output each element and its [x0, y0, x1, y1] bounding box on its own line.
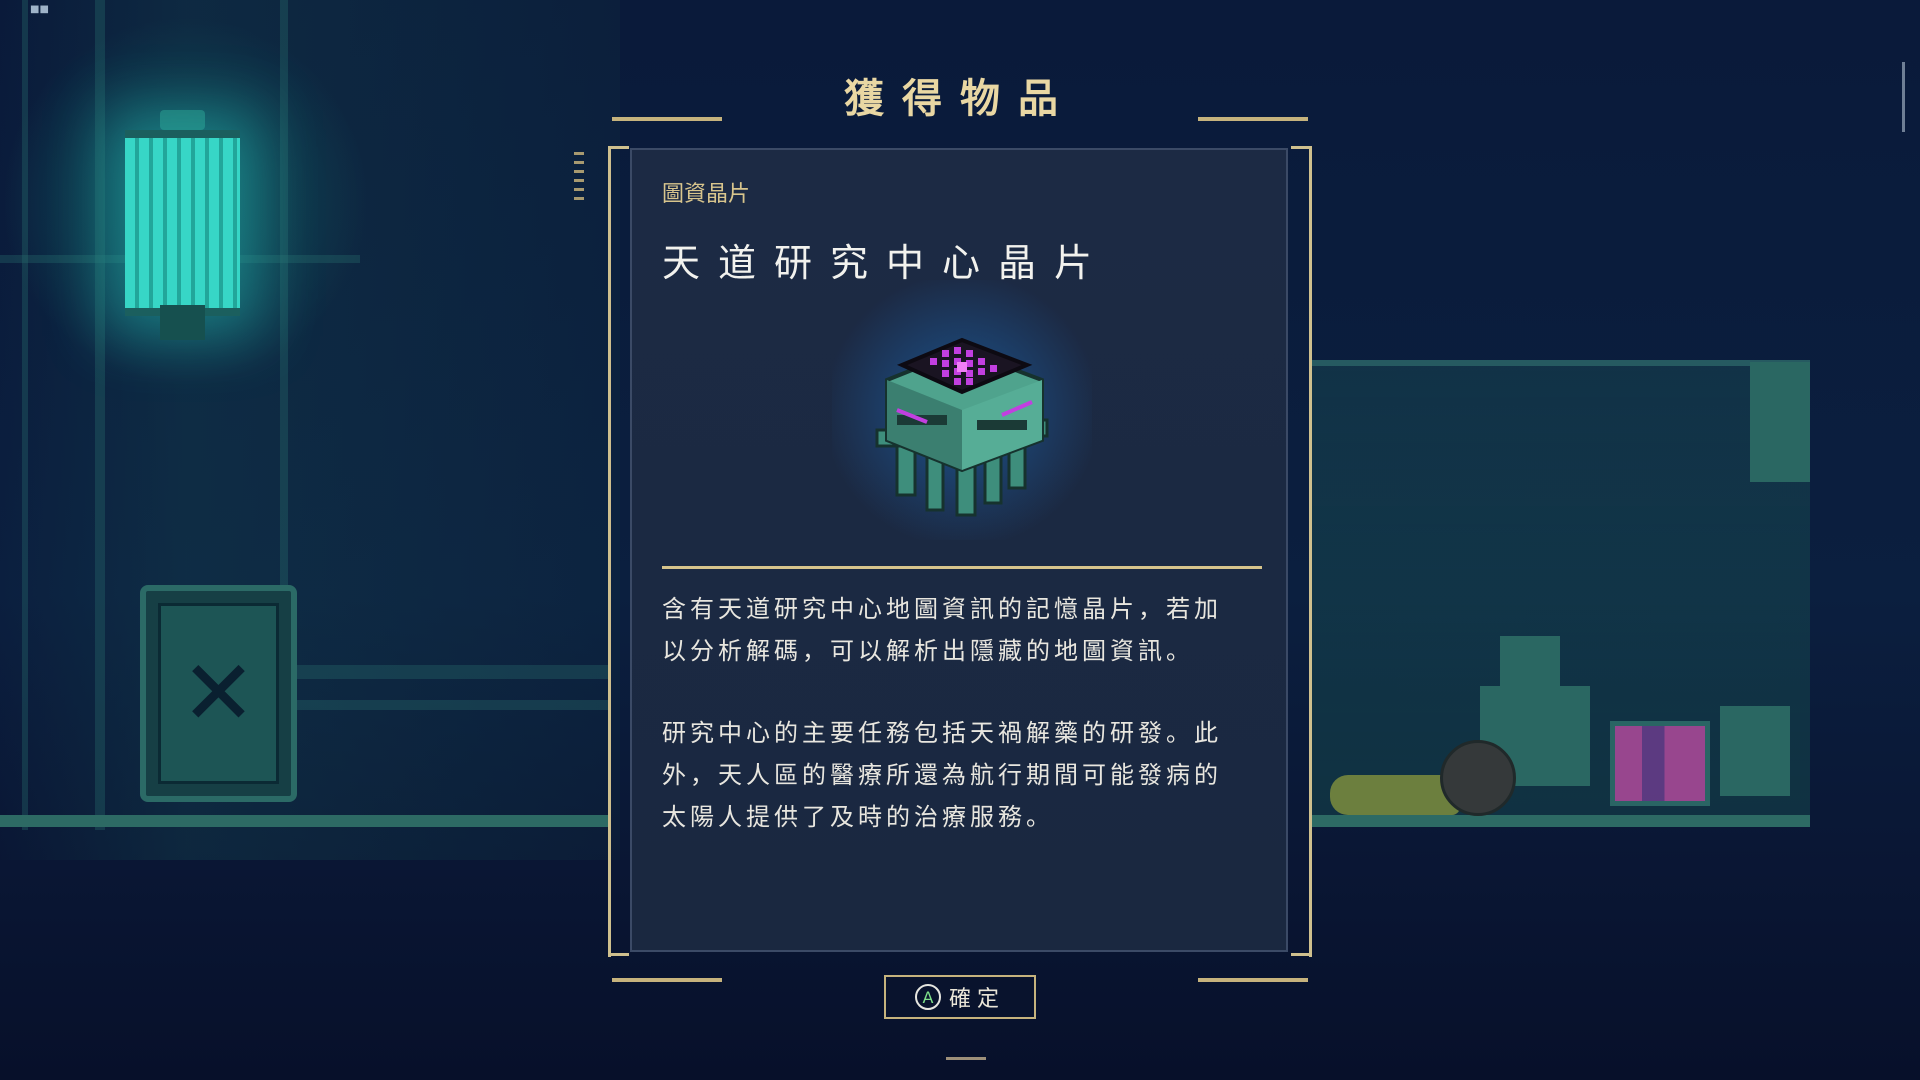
background-pipe — [290, 700, 610, 710]
game-scene: ✕ ■■ 獲得物品 圖資晶片 天道研究中心晶片 含有天道研究中心地圖資訊的記憶晶… — [0, 0, 1920, 1080]
background-pipe — [22, 0, 28, 830]
fallen-character — [1330, 740, 1516, 820]
item-acquired-panel: 圖資晶片 天道研究中心晶片 含有天道研究中心地圖資訊的記憶晶片，若加 以分析解碼… — [630, 148, 1288, 952]
panel-side-ticks — [574, 152, 584, 206]
background-pipe — [95, 0, 105, 830]
a-button-icon: A — [914, 984, 941, 1010]
chemical-vat — [1610, 721, 1710, 806]
item-category: 圖資晶片 — [662, 182, 751, 207]
dna-wall-panel: ✕ — [140, 585, 297, 802]
confirm-button[interactable]: A 確定 — [884, 975, 1036, 1019]
item-name: 天道研究中心晶片 — [662, 241, 1111, 285]
bottom-deco-line-left — [612, 978, 722, 982]
item-description-paragraph-2: 研究中心的主要任務包括天禍解藥的研發。此 外，天人區的醫療所還為航行期間可能發病… — [662, 719, 1222, 831]
title-deco-line-left — [612, 117, 722, 121]
bottom-deco-line-right — [1198, 978, 1308, 982]
title-deco-line-right — [1198, 117, 1308, 121]
floor-ledge-left — [0, 815, 610, 827]
confirm-label: 確定 — [948, 987, 1005, 1012]
background-pipe — [290, 665, 610, 679]
dialog-title: 獲得物品 — [844, 76, 1076, 122]
corner-marker: ■■ — [30, 4, 49, 15]
data-chip-icon — [875, 337, 1049, 517]
section-divider — [662, 566, 1262, 569]
glowing-lantern — [125, 110, 240, 340]
bottom-tick-mark — [946, 1057, 986, 1060]
background-machinery-left — [0, 0, 620, 860]
item-description-paragraph-1: 含有天道研究中心地圖資訊的記憶晶片，若加 以分析解碼，可以解析出隱藏的地圖資訊。 — [662, 595, 1222, 665]
